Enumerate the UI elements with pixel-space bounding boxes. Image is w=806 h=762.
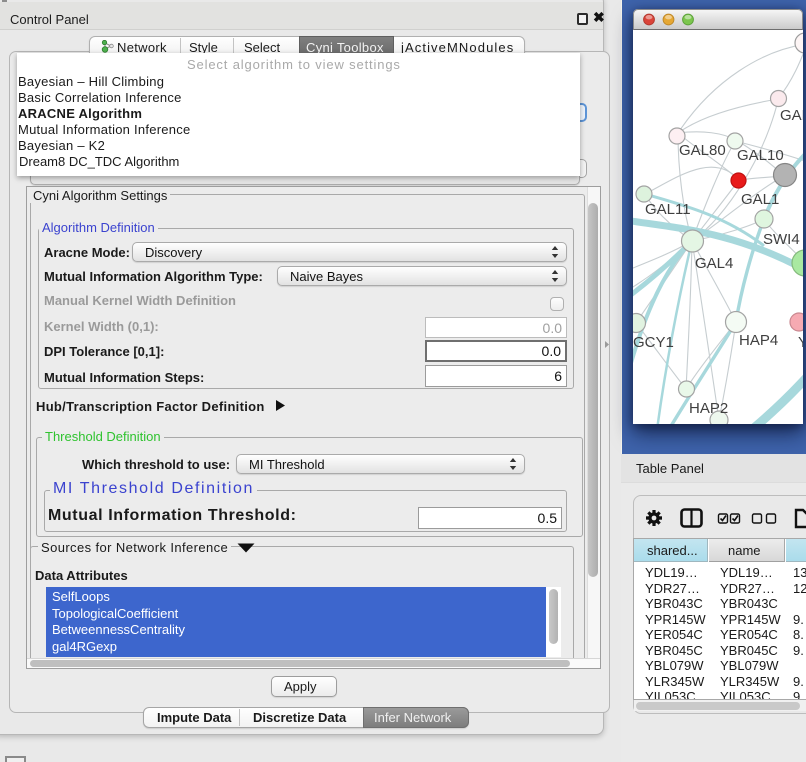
svg-text:YJ: YJ <box>798 334 803 351</box>
svg-text:HAP2: HAP2 <box>689 400 728 417</box>
svg-text:GAL10: GAL10 <box>737 147 784 164</box>
svg-text:SWI4: SWI4 <box>763 231 800 248</box>
svg-text:GAL80: GAL80 <box>679 142 726 159</box>
svg-text:GAL4: GAL4 <box>695 255 733 272</box>
svg-text:GAL1: GAL1 <box>741 191 779 208</box>
svg-text:GAL2: GAL2 <box>780 107 803 124</box>
svg-text:GCY1: GCY1 <box>633 334 674 351</box>
svg-text:GAL11: GAL11 <box>645 201 691 218</box>
svg-text:HAP4: HAP4 <box>739 332 778 349</box>
